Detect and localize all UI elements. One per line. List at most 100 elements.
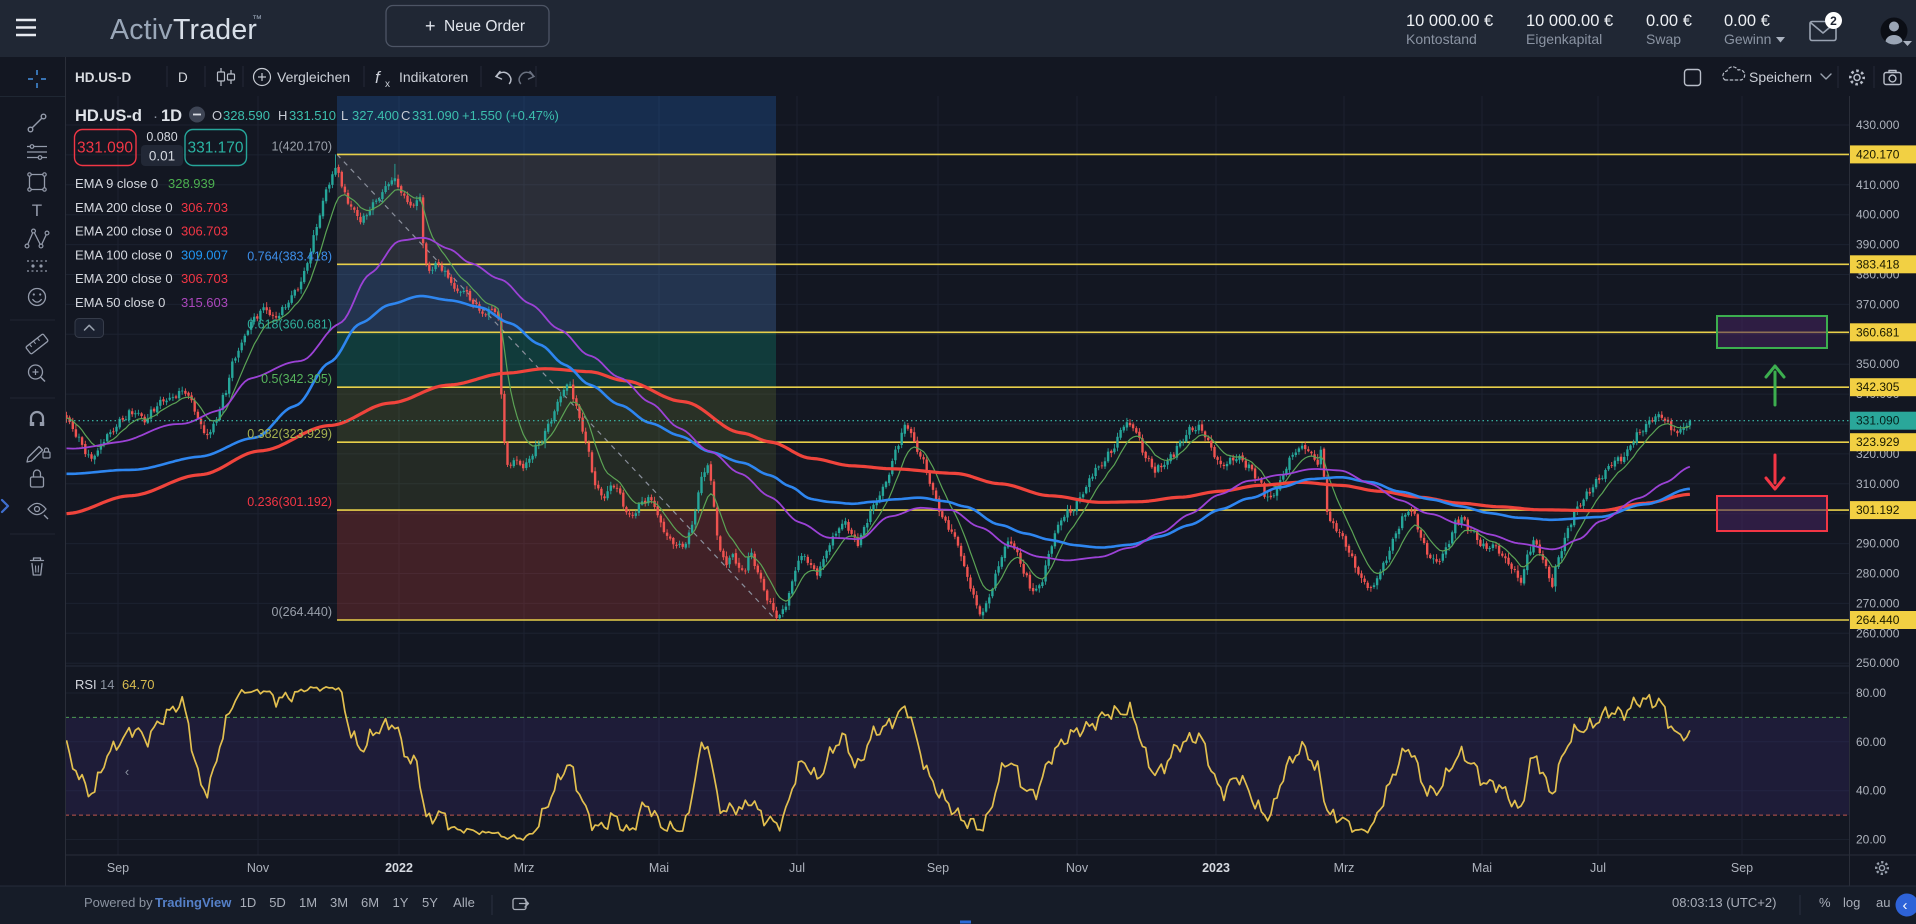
svg-text:%: % [1819,895,1831,910]
svg-text:328.590: 328.590 [223,108,270,123]
svg-text:Nov: Nov [1066,861,1089,875]
svg-text:Jul: Jul [789,861,805,875]
svg-text:HD.US-d: HD.US-d [75,107,142,125]
svg-text:L: L [341,108,348,123]
svg-text:0.00 €: 0.00 € [1646,12,1692,30]
svg-text:‹: ‹ [125,764,129,779]
svg-text:383.418: 383.418 [1856,257,1900,271]
svg-text:Gewinn: Gewinn [1724,31,1771,47]
svg-text:Sep: Sep [107,861,129,875]
svg-text:5Y: 5Y [422,895,438,910]
svg-text:410.000: 410.000 [1856,178,1900,192]
svg-text:290.000: 290.000 [1856,537,1900,551]
svg-text:Kontostand: Kontostand [1406,31,1477,47]
svg-text:370.000: 370.000 [1856,297,1900,311]
svg-text:Mai: Mai [1472,861,1492,875]
svg-text:2023: 2023 [1202,861,1230,875]
svg-text:Swap: Swap [1646,31,1681,47]
svg-text:C: C [401,108,410,123]
svg-text:0.5(342.305): 0.5(342.305) [261,372,332,386]
svg-text:EMA 200 close 0: EMA 200 close 0 [75,224,173,239]
svg-text:au: au [1876,895,1890,910]
svg-text:306.703: 306.703 [181,200,228,215]
svg-text:20.00: 20.00 [1856,833,1886,847]
svg-text:Mrz: Mrz [514,861,535,875]
svg-text:EMA 9 close 0: EMA 9 close 0 [75,176,158,191]
svg-text:0.382(323.929): 0.382(323.929) [247,427,332,441]
svg-text:280.000: 280.000 [1856,567,1900,581]
svg-text:Activ: Activ [110,14,173,46]
svg-text:Sep: Sep [927,861,949,875]
svg-text:328.939: 328.939 [168,176,215,191]
svg-text:0.01: 0.01 [149,149,175,164]
svg-text:·: · [153,108,158,125]
svg-text:0.00 €: 0.00 € [1724,12,1770,30]
svg-text:0.080: 0.080 [146,130,177,144]
svg-text:400.000: 400.000 [1856,208,1900,222]
svg-text:Sep: Sep [1731,861,1753,875]
svg-text:331.090: 331.090 [412,108,459,123]
svg-text:log: log [1843,895,1860,910]
svg-text:Mrz: Mrz [1334,861,1355,875]
svg-text:3M: 3M [330,895,348,910]
svg-text:80.00: 80.00 [1856,686,1886,700]
svg-text:420.170: 420.170 [1856,147,1900,161]
svg-text:1(420.170): 1(420.170) [272,139,332,153]
svg-text:306.703: 306.703 [181,224,228,239]
svg-text:2022: 2022 [385,861,413,875]
svg-text:270.000: 270.000 [1856,596,1900,610]
svg-text:10 000.00 €: 10 000.00 € [1526,12,1613,30]
svg-text:T: T [32,201,42,220]
svg-text:315.603: 315.603 [181,295,228,310]
svg-text:Alle: Alle [453,895,475,910]
svg-text:Eigenkapital: Eigenkapital [1526,31,1602,47]
svg-text:‹: ‹ [1903,897,1908,914]
svg-text:331.090: 331.090 [77,140,133,157]
svg-text:350.000: 350.000 [1856,357,1900,371]
svg-text:HD.US-D: HD.US-D [75,70,131,85]
svg-text:EMA 100 close 0: EMA 100 close 0 [75,248,173,263]
svg-text:Vergleichen: Vergleichen [277,69,350,85]
svg-text:390.000: 390.000 [1856,238,1900,252]
svg-text:08:03:13 (UTC+2): 08:03:13 (UTC+2) [1672,895,1776,910]
svg-text:64.70: 64.70 [122,677,155,692]
svg-text:60.00: 60.00 [1856,735,1886,749]
svg-text:™: ™ [252,14,262,25]
svg-text:EMA 200 close 0: EMA 200 close 0 [75,200,173,215]
svg-text:331.510: 331.510 [289,108,336,123]
svg-text:1D: 1D [161,107,182,125]
svg-text:309.007: 309.007 [181,248,228,263]
svg-text:O: O [212,108,222,123]
svg-text:Jul: Jul [1590,861,1606,875]
svg-text:+1.550 (+0.47%): +1.550 (+0.47%) [462,108,559,123]
svg-text:1D: 1D [240,895,257,910]
svg-text:+: + [425,16,436,36]
svg-text:40.00: 40.00 [1856,784,1886,798]
svg-text:250.000: 250.000 [1856,656,1900,670]
svg-text:264.440: 264.440 [1856,613,1900,627]
svg-text:H: H [278,108,287,123]
svg-text:6M: 6M [361,895,379,910]
svg-text:1M: 1M [299,895,317,910]
svg-text:EMA 50 close 0: EMA 50 close 0 [75,295,165,310]
svg-text:Neue Order: Neue Order [444,18,525,35]
svg-text:331.090: 331.090 [1856,414,1900,428]
svg-text:301.192: 301.192 [1856,503,1900,517]
svg-text:5D: 5D [269,895,286,910]
svg-text:14: 14 [100,677,114,692]
svg-text:360.681: 360.681 [1856,325,1900,339]
svg-text:331.170: 331.170 [187,140,243,157]
svg-text:310.000: 310.000 [1856,477,1900,491]
svg-text:Powered by: Powered by [84,895,153,910]
svg-text:0.764(383.418): 0.764(383.418) [247,249,332,263]
svg-text:RSI: RSI [75,677,97,692]
svg-text:306.703: 306.703 [181,271,228,286]
svg-text:430.000: 430.000 [1856,118,1900,132]
svg-text:327.400: 327.400 [352,108,399,123]
svg-text:342.305: 342.305 [1856,380,1900,394]
svg-text:10 000.00 €: 10 000.00 € [1406,12,1493,30]
svg-text:0.618(360.681): 0.618(360.681) [247,317,332,331]
svg-text:1Y: 1Y [393,895,409,910]
svg-text:Nov: Nov [247,861,270,875]
svg-text:323.929: 323.929 [1856,435,1900,449]
